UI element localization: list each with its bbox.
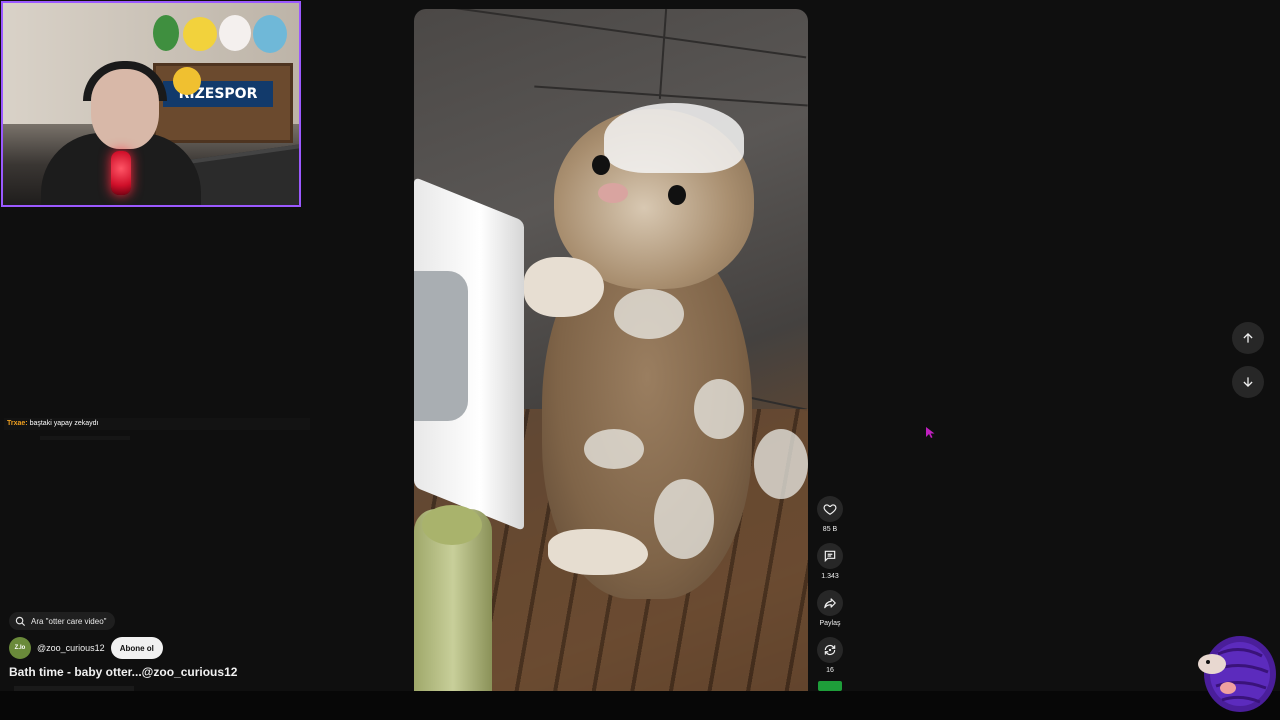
chat-message: Trxae: baştaki yapay zekaydı xyxy=(4,418,310,430)
share-label: Paylaş xyxy=(819,620,841,627)
sound-thumbnail[interactable] xyxy=(818,681,842,691)
plush-toy-4 xyxy=(253,15,287,53)
foam xyxy=(754,429,808,499)
next-video-button[interactable] xyxy=(1232,366,1264,398)
tile-grout xyxy=(415,9,807,59)
channel-avatar[interactable]: Z.Io xyxy=(9,637,31,659)
bottom-bar xyxy=(0,691,1280,720)
remix-icon xyxy=(824,644,836,656)
bottle-cap xyxy=(422,505,482,545)
share-button[interactable] xyxy=(817,590,843,616)
search-suggestion-label: Ara "otter care video" xyxy=(31,616,107,626)
otter-nose xyxy=(598,183,628,203)
heart-icon xyxy=(823,504,837,515)
foam-cap xyxy=(604,103,744,173)
video-title[interactable]: Bath time - baby otter...@zoo_curious12 xyxy=(9,665,237,679)
short-video[interactable] xyxy=(414,9,808,691)
otter-paws xyxy=(524,257,604,317)
remix-count: 16 xyxy=(826,667,834,674)
subscribe-button[interactable]: Abone ol xyxy=(110,637,163,659)
like-action: 85 B xyxy=(816,496,844,533)
channel-row: Z.Io @zoo_curious12 Abone ol xyxy=(9,637,163,659)
microphone xyxy=(111,151,131,195)
comment-icon xyxy=(824,550,836,563)
plush-toy-3 xyxy=(219,15,251,51)
foam xyxy=(694,379,744,439)
share-icon xyxy=(824,598,836,609)
foam xyxy=(614,289,684,339)
previous-video-button[interactable] xyxy=(1232,322,1264,354)
comment-button[interactable] xyxy=(817,543,843,569)
comment-action: 1.343 xyxy=(816,543,844,580)
pangolin-mascot xyxy=(1198,636,1276,712)
plush-toy-1 xyxy=(153,15,179,51)
plush-toy-5 xyxy=(173,67,201,95)
otter-eye-left xyxy=(592,155,610,175)
foam xyxy=(654,479,714,559)
streamer-webcam: RİZESPOR xyxy=(1,1,301,207)
bathtub-inner xyxy=(414,271,468,421)
like-count: 85 B xyxy=(822,526,838,533)
channel-handle[interactable]: @zoo_curious12 xyxy=(37,643,105,653)
tile-grout xyxy=(658,9,668,99)
chat-faded-line xyxy=(40,436,130,440)
remix-action: 16 xyxy=(816,637,844,674)
arrow-up-icon xyxy=(1243,333,1253,343)
comment-count: 1.343 xyxy=(821,573,839,580)
chat-text: baştaki yapay zekaydı xyxy=(29,420,99,427)
remix-button[interactable] xyxy=(817,637,843,663)
otter-foot xyxy=(548,529,648,575)
plush-toy-2 xyxy=(183,17,217,51)
like-button[interactable] xyxy=(817,496,843,522)
search-suggestion[interactable]: Ara "otter care video" xyxy=(9,612,115,630)
search-icon xyxy=(15,616,26,626)
mouse-cursor-icon xyxy=(926,427,935,438)
chat-username: Trxae: xyxy=(7,420,28,427)
share-action: Paylaş xyxy=(816,590,844,627)
foam xyxy=(584,429,644,469)
otter-eye-right xyxy=(668,185,686,205)
arrow-down-icon xyxy=(1243,377,1253,387)
shorts-player-page: RİZESPOR Trxae: baştaki yapay zekaydı 85… xyxy=(0,0,1280,720)
